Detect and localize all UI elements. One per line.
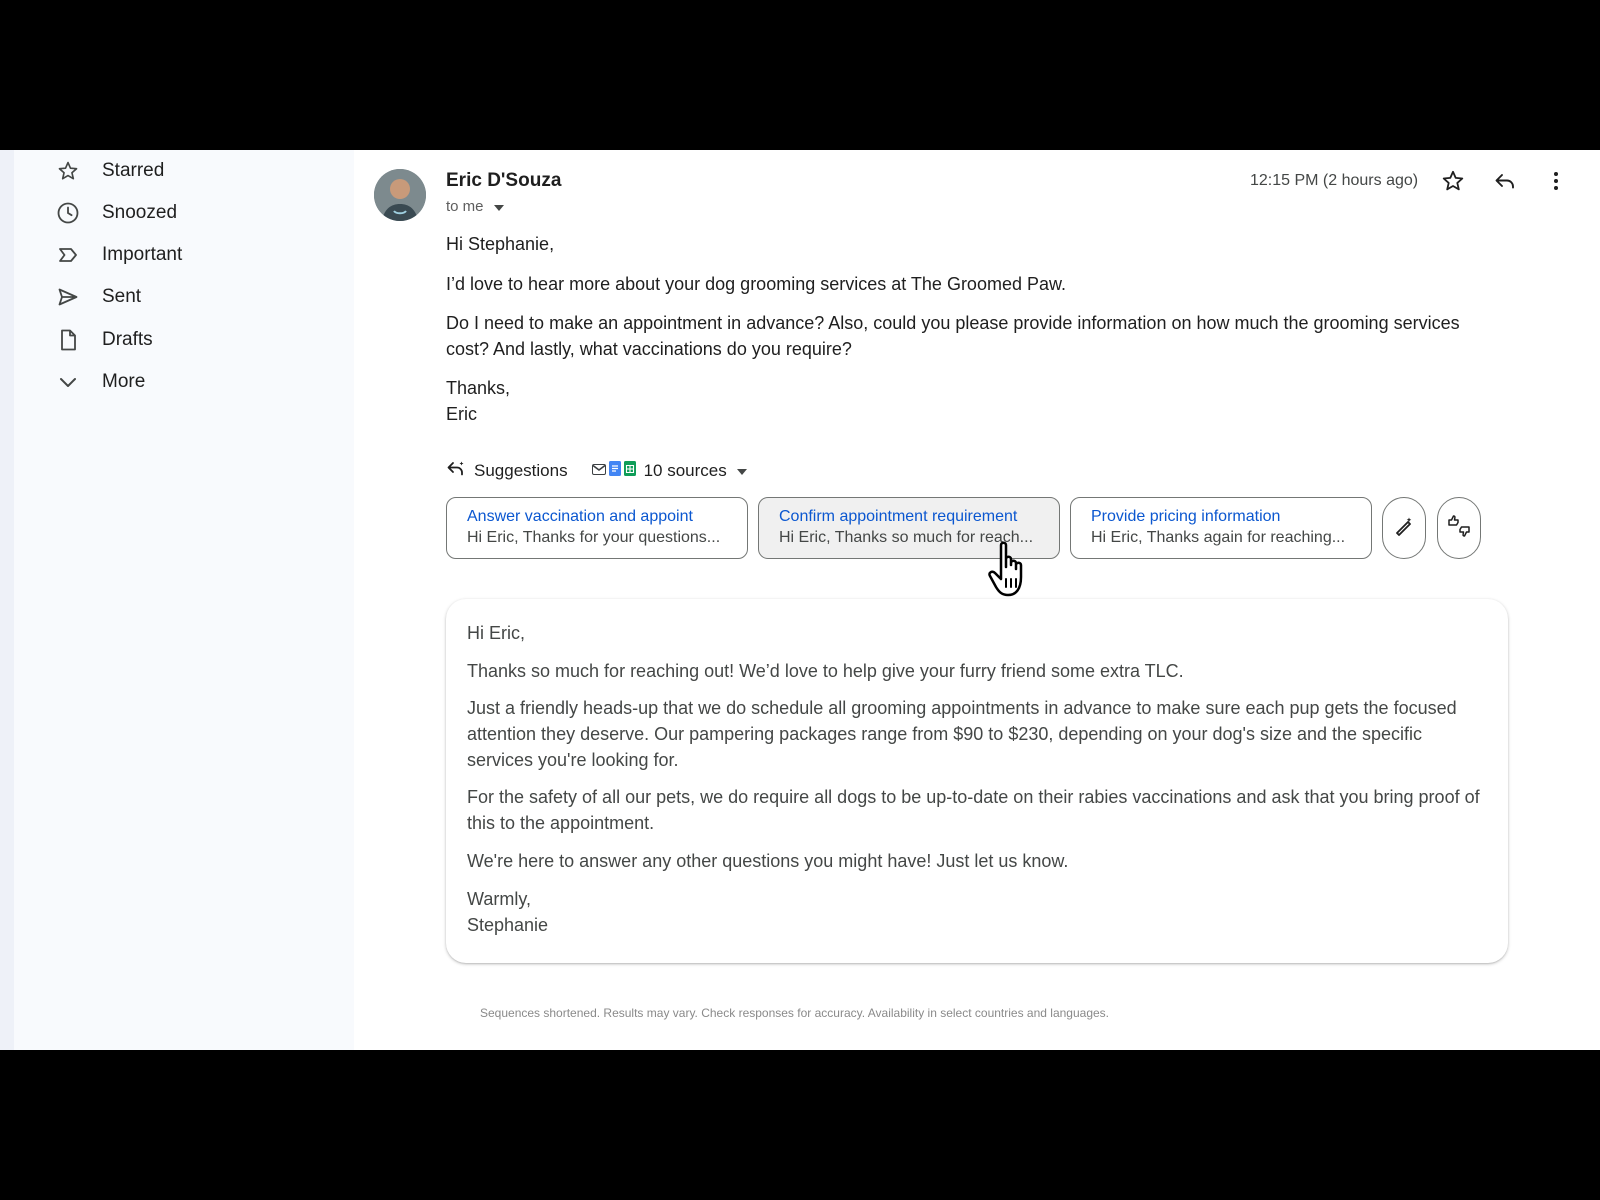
- sidebar-item-sent[interactable]: Sent: [56, 277, 141, 317]
- magic-pen-icon: [1393, 515, 1415, 542]
- sidebar-item-starred[interactable]: Starred: [56, 151, 164, 191]
- sidebar: Starred Snoozed Important Sent Drafts Mo…: [14, 150, 354, 1050]
- sidebar-item-label: Important: [102, 244, 183, 265]
- docs-icon: [608, 461, 621, 481]
- recipient-details[interactable]: to me: [446, 198, 504, 215]
- suggestion-chip-pricing[interactable]: Provide pricing information Hi Eric, Tha…: [1070, 497, 1372, 559]
- suggestions-header: Suggestions 10 sources: [446, 458, 747, 484]
- email-paragraph: Do I need to make an appointment in adva…: [446, 313, 1460, 359]
- sidebar-item-more[interactable]: More: [56, 362, 145, 402]
- sidebar-item-label: Snoozed: [102, 202, 178, 223]
- sidebar-item-important[interactable]: Important: [56, 235, 182, 275]
- chip-title: Confirm appointment requirement: [779, 508, 1018, 525]
- sidebar-item-label: Sent: [102, 286, 142, 307]
- chevron-down-icon: [56, 370, 80, 394]
- draft-paragraph: Just a friendly heads-up that we do sche…: [467, 698, 1457, 770]
- sidebar-item-label: Starred: [102, 160, 165, 181]
- sidebar-item-label: Drafts: [102, 329, 153, 350]
- draft-paragraph: For the safety of all our pets, we do re…: [467, 787, 1480, 833]
- message-timestamp: 12:15 PM (2 hours ago): [1250, 172, 1419, 189]
- feedback-button[interactable]: [1437, 497, 1481, 559]
- sidebar-item-drafts[interactable]: Drafts: [56, 320, 153, 360]
- draft-greeting: Hi Eric,: [467, 623, 525, 643]
- draft-reply-preview[interactable]: Hi Eric, Thanks so much for reaching out…: [446, 599, 1508, 963]
- recipient-label: to me: [446, 198, 484, 215]
- caret-down-icon[interactable]: [736, 462, 747, 480]
- chip-title: Answer vaccination and appoint: [467, 508, 693, 525]
- caret-down-icon: [493, 198, 504, 215]
- sidebar-item-snoozed[interactable]: Snoozed: [56, 193, 177, 233]
- gmail-icon: [591, 462, 606, 480]
- suggestion-chip-vaccination[interactable]: Answer vaccination and appoint Hi Eric, …: [446, 497, 748, 559]
- sheets-icon: [623, 461, 636, 481]
- draft-signature: Stephanie: [467, 915, 549, 935]
- gmail-window: Starred Snoozed Important Sent Drafts Mo…: [0, 150, 1600, 1050]
- reply-icon[interactable]: [1491, 167, 1519, 195]
- email-greeting: Hi Stephanie,: [446, 234, 555, 254]
- sources-icons[interactable]: [591, 461, 636, 481]
- sidebar-item-label: More: [102, 371, 146, 392]
- suggestions-label: Suggestions: [474, 461, 568, 480]
- more-vert-icon[interactable]: [1542, 167, 1570, 195]
- chip-snippet: Hi Eric, Thanks for your questions...: [467, 529, 721, 546]
- avatar[interactable]: [374, 169, 426, 221]
- sources-count[interactable]: 10 sources: [644, 461, 727, 481]
- hand-cursor-icon: [984, 539, 1044, 603]
- important-icon: [56, 243, 80, 267]
- thumbs-up-down-icon: [1447, 514, 1471, 543]
- draft-icon: [56, 328, 80, 352]
- draft-closing: Warmly,: [467, 889, 531, 909]
- disclaimer: Sequences shortened. Results may vary. C…: [480, 1006, 1109, 1020]
- draft-paragraph: Thanks so much for reaching out! We’d lo…: [467, 661, 1184, 681]
- email-signature: Eric: [446, 404, 477, 424]
- star-icon[interactable]: [1439, 167, 1467, 195]
- clock-icon: [56, 201, 80, 225]
- message-view: Eric D'Souza to me 12:15 PM (2 hours ago…: [354, 150, 1600, 1050]
- reply-suggestions-icon: [446, 459, 466, 484]
- draft-paragraph: We're here to answer any other questions…: [467, 851, 1069, 871]
- chip-title: Provide pricing information: [1091, 508, 1281, 525]
- sender-name[interactable]: Eric D'Souza: [446, 170, 561, 192]
- email-paragraph: I’d love to hear more about your dog gro…: [446, 274, 1066, 294]
- left-rail: [0, 150, 14, 1050]
- email-closing: Thanks,: [446, 378, 511, 398]
- refine-button[interactable]: [1382, 497, 1426, 559]
- star-icon: [56, 159, 80, 183]
- chip-snippet: Hi Eric, Thanks again for reaching...: [1091, 529, 1346, 546]
- send-icon: [56, 285, 80, 309]
